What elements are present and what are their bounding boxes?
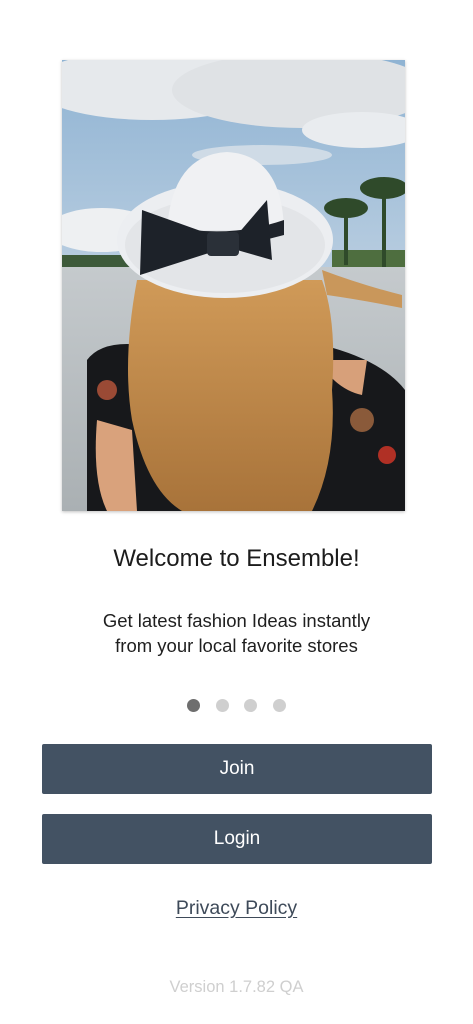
welcome-title: Welcome to Ensemble! [113, 545, 360, 572]
login-button[interactable]: Login [42, 814, 432, 864]
version-label: Version 1.7.82 QA [169, 978, 304, 996]
welcome-subtitle: Get latest fashion Ideas instantly from … [60, 608, 413, 658]
subtitle-line-1: Get latest fashion Ideas instantly [102, 610, 371, 631]
page-dot-2[interactable] [215, 699, 229, 712]
page-indicator [0, 699, 473, 712]
privacy-policy-link[interactable]: Privacy Policy [0, 897, 473, 920]
page-dot-1[interactable] [187, 699, 200, 712]
page-dot-3[interactable] [244, 699, 257, 712]
fashion-photo-illustration [62, 60, 405, 511]
join-button[interactable]: Join [42, 744, 432, 794]
page-dot-4[interactable] [272, 699, 286, 712]
subtitle-line-2: from your local favorite stores [115, 635, 358, 656]
hero-image [62, 60, 405, 511]
onboarding-screen: Welcome to Ensemble! Get latest fashion … [0, 0, 473, 1024]
